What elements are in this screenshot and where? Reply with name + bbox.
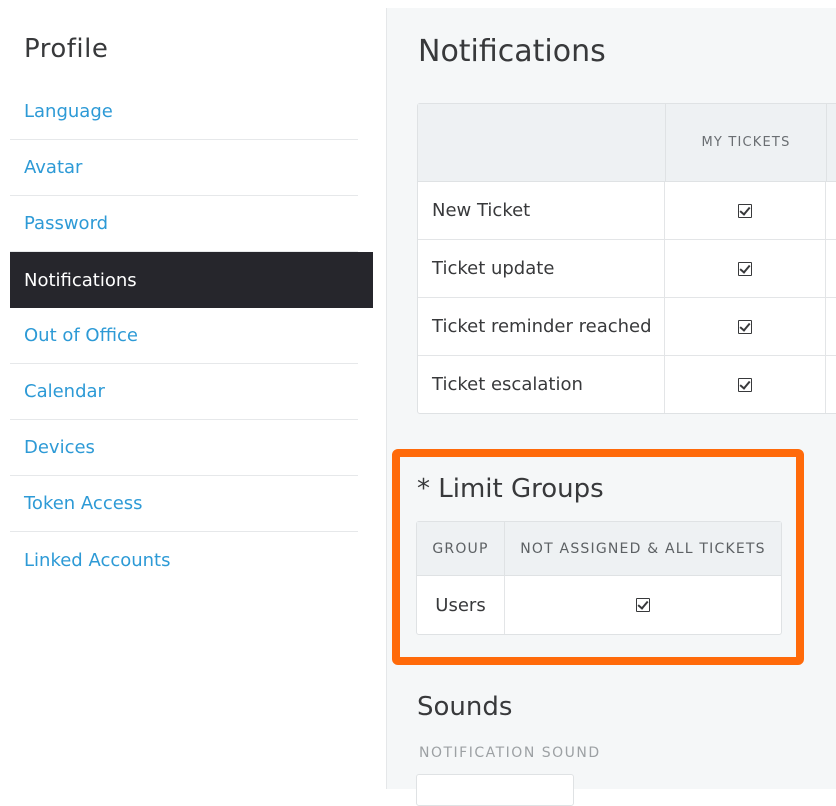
sidebar-item-notifications[interactable]: Notifications: [10, 252, 373, 308]
notification-sound-label: NOTIFICATION SOUND: [419, 745, 601, 761]
sidebar-item-language[interactable]: Language: [10, 84, 358, 140]
column-header-my-tickets: MY TICKETS: [666, 104, 827, 181]
column-header-group: GROUP: [417, 522, 505, 575]
sidebar-item-calendar[interactable]: Calendar: [10, 364, 358, 420]
table-row: Ticket reminder reached: [418, 298, 836, 356]
limit-groups-title: * Limit Groups: [417, 474, 604, 504]
table-header-blank: [418, 104, 666, 181]
notification-sound-select[interactable]: [416, 774, 574, 806]
table-row: Ticket update: [418, 240, 836, 298]
table-row: Users: [417, 576, 781, 634]
checkbox-cell: [665, 298, 826, 355]
group-table-header: GROUP NOT ASSIGNED & ALL TICKETS: [417, 522, 781, 576]
checkbox-cell: [665, 182, 826, 239]
sounds-title: Sounds: [417, 692, 513, 722]
sidebar-title: Profile: [24, 34, 109, 64]
table-row: New Ticket: [418, 182, 836, 240]
notifications-panel: Notifications MY TICKETS New Ticket Tick…: [387, 8, 836, 789]
sidebar-item-devices[interactable]: Devices: [10, 420, 358, 476]
column-header-not-assigned: NOT ASSIGNED & ALL TICKETS: [520, 540, 766, 557]
sidebar-item-linked-accounts[interactable]: Linked Accounts: [10, 532, 358, 588]
sidebar-item-token-access[interactable]: Token Access: [10, 476, 358, 532]
row-label: Ticket reminder reached: [418, 298, 665, 355]
checkbox-group-users[interactable]: [636, 598, 650, 612]
row-label: New Ticket: [418, 182, 665, 239]
notifications-table: MY TICKETS New Ticket Ticket update Tick…: [417, 103, 836, 414]
checkbox-ticket-escalation[interactable]: [738, 377, 752, 392]
checkbox-ticket-reminder[interactable]: [738, 319, 752, 334]
checkbox-new-ticket[interactable]: [738, 203, 752, 218]
row-label: Ticket update: [418, 240, 665, 297]
row-label: Ticket escalation: [418, 356, 665, 413]
sidebar-item-password[interactable]: Password: [10, 196, 358, 252]
limit-groups-table: GROUP NOT ASSIGNED & ALL TICKETS Users: [416, 521, 782, 635]
checkbox-cell: [665, 240, 826, 297]
sidebar-nav: Language Avatar Password Notifications O…: [10, 84, 373, 588]
table-row: Ticket escalation: [418, 356, 836, 413]
checkbox-cell: [505, 576, 781, 634]
group-name: Users: [417, 576, 505, 634]
page-title: Notifications: [418, 34, 606, 69]
profile-sidebar: Profile Language Avatar Password Notific…: [0, 0, 386, 789]
checkbox-ticket-update[interactable]: [738, 261, 752, 276]
table-header: MY TICKETS: [418, 104, 836, 182]
checkbox-cell: [665, 356, 826, 413]
sidebar-item-out-of-office[interactable]: Out of Office: [10, 308, 358, 364]
sidebar-item-avatar[interactable]: Avatar: [10, 140, 358, 196]
